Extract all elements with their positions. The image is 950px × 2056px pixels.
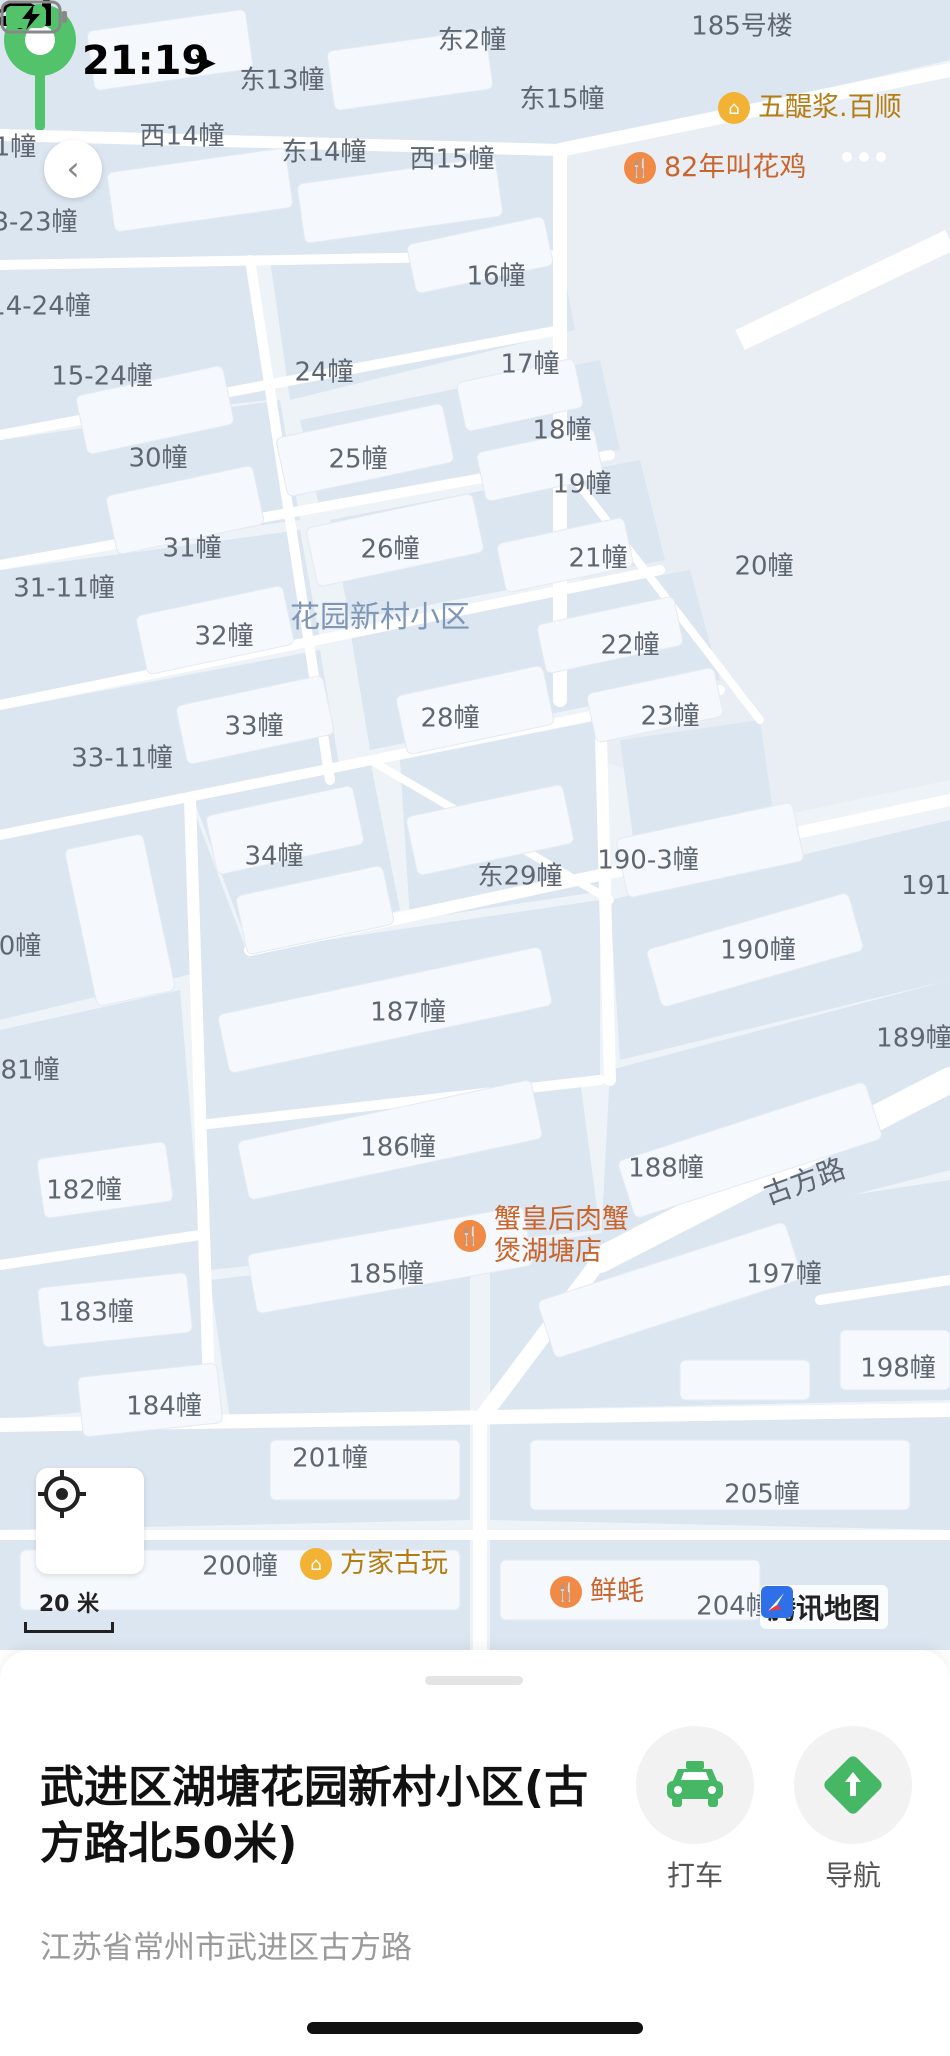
building-label[interactable]: 24幢 xyxy=(294,352,353,389)
compass-logo-icon xyxy=(761,1586,793,1618)
district-label: 花园新村小区 xyxy=(290,600,470,635)
poi-name: 鲜蚝 xyxy=(590,1576,644,1607)
building-label[interactable]: 188幢 xyxy=(628,1148,704,1185)
building-label[interactable]: 183幢 xyxy=(58,1292,134,1329)
building-label[interactable]: 22幢 xyxy=(600,625,659,662)
navigation-icon xyxy=(824,1756,882,1814)
navigation-button[interactable]: 导航 xyxy=(794,1726,912,1894)
scale-bar xyxy=(24,1622,114,1633)
building-label[interactable]: 33-11幢 xyxy=(71,738,173,775)
navigation-label: 导航 xyxy=(824,1859,881,1892)
scale-label: 20 米 xyxy=(38,1592,100,1617)
poi-name: 82年叫花鸡 xyxy=(664,152,807,183)
poi-marker[interactable]: ⌂ 方家古玩 xyxy=(300,1548,448,1580)
restaurant-icon: 🍴 xyxy=(550,1576,582,1608)
taxi-button[interactable]: 打车 xyxy=(636,1726,754,1894)
building-label[interactable]: 184幢 xyxy=(126,1386,202,1423)
building-label[interactable]: 26幢 xyxy=(360,529,419,566)
restaurant-icon: 🍴 xyxy=(454,1220,486,1252)
building-label[interactable]: 32幢 xyxy=(194,616,253,653)
battery-icon xyxy=(0,0,67,34)
building-label[interactable]: 197幢 xyxy=(746,1254,822,1291)
poi-marker[interactable]: 🍴 鲜蚝 xyxy=(550,1576,644,1608)
building-label[interactable]: 15-24幢 xyxy=(51,356,153,393)
building-label[interactable]: 17幢 xyxy=(500,344,559,381)
more-button[interactable] xyxy=(842,152,886,162)
building-label[interactable]: 28幢 xyxy=(420,698,479,735)
taxi-icon xyxy=(667,1761,723,1807)
building-label[interactable]: 19幢 xyxy=(552,464,611,501)
location-arrow-icon: ➤ xyxy=(192,46,218,81)
building-label[interactable]: 198幢 xyxy=(860,1348,936,1385)
building-label[interactable]: 0幢 xyxy=(0,926,41,963)
shop-icon: ⌂ xyxy=(300,1548,332,1580)
building-label[interactable]: 186幢 xyxy=(360,1127,436,1164)
building-label[interactable]: 18幢 xyxy=(532,410,591,447)
more-dot xyxy=(842,152,852,162)
place-detail-sheet: 武进区湖塘花园新村小区(古方路北50米) 江苏省常州市武进区古方路 打车 导航 xyxy=(0,1650,950,2056)
chevron-left-icon: ‹ xyxy=(66,149,80,189)
building-label[interactable]: 201幢 xyxy=(292,1438,368,1475)
tencent-map-logo: 腾讯地图 xyxy=(760,1585,889,1629)
taxi-button-circle xyxy=(636,1726,754,1844)
building-label[interactable]: 31幢 xyxy=(162,528,221,565)
building-label[interactable]: 16幢 xyxy=(466,256,525,293)
status-time: 21:19 xyxy=(82,38,210,84)
building-label[interactable]: 25幢 xyxy=(328,439,387,476)
building-label[interactable]: 23幢 xyxy=(640,696,699,733)
locate-me-button[interactable] xyxy=(36,1468,144,1574)
sheet-drag-handle[interactable] xyxy=(425,1676,523,1685)
building-label[interactable]: 190幢 xyxy=(720,930,796,967)
place-title: 武进区湖塘花园新村小区(古方路北50米) xyxy=(40,1762,589,1869)
poi-marker[interactable]: 🍴 蟹皇后肉蟹 煲湖塘店 xyxy=(454,1204,629,1268)
taxi-label: 打车 xyxy=(666,1859,723,1892)
building-label[interactable]: 189幢 xyxy=(876,1018,950,1055)
building-label[interactable]: 1幢 xyxy=(0,127,36,164)
building-label[interactable]: 205幢 xyxy=(724,1474,800,1511)
building-label[interactable]: 191 xyxy=(901,871,950,901)
place-address: 江苏省常州市武进区古方路 xyxy=(40,1930,412,1966)
navigation-button-circle xyxy=(794,1726,912,1844)
more-dot xyxy=(876,152,886,162)
building-label[interactable]: 30幢 xyxy=(128,438,187,475)
crosshair-icon xyxy=(38,1470,86,1518)
poi-name: 蟹皇后肉蟹 煲湖塘店 xyxy=(494,1204,629,1267)
more-dot xyxy=(859,152,869,162)
building-label[interactable]: 182幢 xyxy=(46,1170,122,1207)
poi-marker[interactable]: 🍴 82年叫花鸡 xyxy=(624,152,806,184)
building-label[interactable]: 东29幢 xyxy=(477,856,562,893)
poi-name: 方家古玩 xyxy=(340,1548,448,1579)
building-label[interactable]: 西15幢 xyxy=(409,139,494,176)
building-label[interactable]: 190-3幢 xyxy=(597,840,699,877)
back-button[interactable]: ‹ xyxy=(44,140,102,198)
building-label[interactable]: 31-11幢 xyxy=(13,568,115,605)
building-label[interactable]: 200幢 xyxy=(202,1546,278,1583)
building-label[interactable]: 34幢 xyxy=(244,836,303,873)
restaurant-icon: 🍴 xyxy=(624,152,656,184)
home-indicator[interactable] xyxy=(307,2022,643,2034)
building-label[interactable]: 187幢 xyxy=(370,992,446,1029)
building-label[interactable]: 东14幢 xyxy=(281,132,366,169)
building-label[interactable]: 14-24幢 xyxy=(0,286,91,323)
building-label[interactable]: 3-23幢 xyxy=(0,202,78,239)
building-label[interactable]: 81幢 xyxy=(0,1050,59,1087)
building-label[interactable]: 西14幢 xyxy=(139,116,224,153)
map-view[interactable]: 花园新村小区 古方路 东2幢 185号楼 东13幢 东15幢 西14幢 东14幢 西15幢 1… xyxy=(0,0,950,1650)
map-scale: 20 米 xyxy=(24,1586,114,1633)
building-label[interactable]: 185幢 xyxy=(348,1254,424,1291)
building-label[interactable]: 20幢 xyxy=(734,546,793,583)
building-label[interactable]: 21幢 xyxy=(568,538,627,575)
status-bar: 21:19 ➤ xyxy=(0,0,950,120)
building-label[interactable]: 33幢 xyxy=(224,706,283,743)
